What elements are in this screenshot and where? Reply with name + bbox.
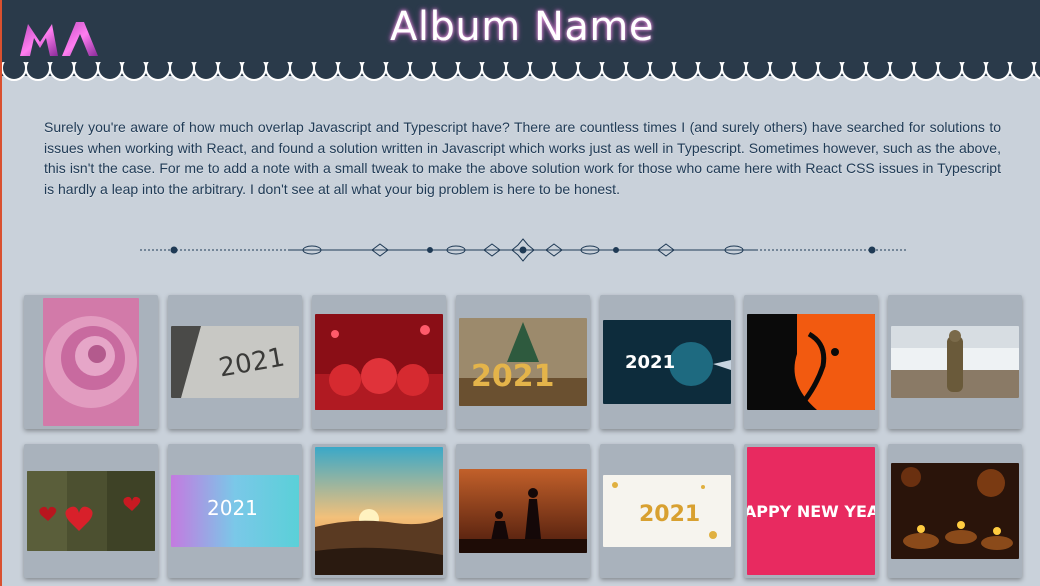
ornamental-divider-icon (140, 238, 906, 262)
photo-card[interactable]: 2021 (600, 444, 734, 578)
photo-2021-digital: 2021 (603, 320, 731, 404)
photo-diwali-diyas (891, 463, 1019, 559)
photo-2021-snow: 2021 (171, 326, 299, 398)
photo-card[interactable]: 2021 (456, 295, 590, 429)
photo-hearts-wood (27, 471, 155, 551)
photo-text: 2021 (471, 359, 555, 394)
photo-card[interactable] (888, 444, 1022, 578)
photo-card[interactable] (24, 444, 158, 578)
intro-paragraph: Surely you're aware of how much overlap … (44, 119, 1001, 197)
photo-text: 2021 (625, 352, 675, 373)
photo-sunset-hills (315, 447, 443, 575)
photo-hanuman (747, 314, 875, 410)
scalloped-edge (2, 62, 1040, 90)
photo-card[interactable] (312, 295, 446, 429)
page-title: Album Name (390, 4, 654, 50)
photo-pink-rose (43, 298, 139, 426)
photo-card[interactable] (888, 295, 1022, 429)
photo-statue-beach (891, 326, 1019, 398)
photo-card[interactable] (24, 295, 158, 429)
photo-card[interactable]: 2021 (168, 295, 302, 429)
photo-text: HAPPY NEW YEAR (747, 502, 875, 521)
photo-pastel-2021: 2021 (171, 475, 299, 547)
photo-text: 2021 (639, 502, 700, 527)
photo-card[interactable]: 2021 (168, 444, 302, 578)
photo-red-roses (315, 314, 443, 410)
photo-card[interactable] (456, 444, 590, 578)
photo-card[interactable]: HAPPY NEW YEAR (744, 444, 878, 578)
photo-text: 2021 (207, 496, 258, 520)
photo-card[interactable] (312, 444, 446, 578)
photo-gold-2021-tree: 2021 (459, 318, 587, 406)
photo-couple-silhouette (459, 469, 587, 553)
photo-card[interactable]: 2021 (600, 295, 734, 429)
photo-card[interactable] (744, 295, 878, 429)
photo-happy-new-year: HAPPY NEW YEAR (747, 447, 875, 575)
photo-gold-2021-confetti: 2021 (603, 475, 731, 547)
